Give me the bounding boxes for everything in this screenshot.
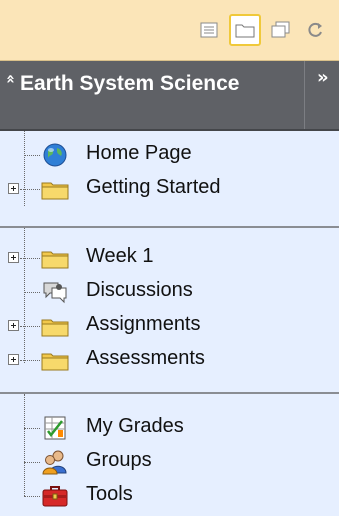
tree-connector [20,360,40,361]
course-menu-panel: « Earth System Science » Home Page Getti… [0,0,339,516]
groups-icon [42,450,67,475]
new-window-icon [271,21,290,38]
list-view-button[interactable] [193,14,225,46]
header-divider [304,61,305,129]
refresh-icon [308,22,322,37]
menu-item-groups[interactable]: Groups [0,445,339,479]
tools-icon [42,486,68,507]
tree-connector [24,155,40,156]
course-header: « Earth System Science » [0,61,339,131]
tree-connector [20,189,40,190]
folder-icon [41,182,69,200]
new-window-button[interactable] [265,14,297,46]
menu-item-discussions[interactable]: Discussions [0,275,339,309]
menu-section-1: Home Page Getting Started [0,131,339,237]
refresh-button[interactable] [300,14,332,46]
menu-item-label: Discussions [86,279,193,301]
tree-connector [24,462,40,463]
menu-item-assignments[interactable]: Assignments [0,309,339,343]
menu-section-3: My Grades Groups Tools [0,394,339,516]
expand-menu-icon[interactable]: » [317,67,329,88]
menu-item-home-page[interactable]: Home Page [0,138,339,172]
menu-item-label: Assessments [86,347,205,369]
tree-connector [20,258,40,259]
menu-section-2: Week 1 Discussions Assignments Assessmen… [0,228,339,388]
expand-toggle-icon[interactable] [8,354,19,365]
collapse-all-icon[interactable]: « [2,74,20,84]
menu-item-my-grades[interactable]: My Grades [0,411,339,445]
discussions-icon [43,282,67,304]
course-menu-toolbar [0,0,339,61]
grades-icon [44,416,66,440]
menu-item-label: Tools [86,483,133,505]
menu-item-tools[interactable]: Tools [0,479,339,513]
expand-toggle-icon[interactable] [8,183,19,194]
tree-connector [24,428,40,429]
menu-item-assessments[interactable]: Assessments [0,343,339,377]
folder-view-icon [235,24,255,38]
menu-item-label: My Grades [86,415,184,437]
menu-item-label: Week 1 [86,245,154,267]
menu-item-week-1[interactable]: Week 1 [0,241,339,275]
menu-item-label: Getting Started [86,176,221,198]
folder-view-button[interactable] [229,14,261,46]
list-view-icon [200,22,218,38]
folder-icon [41,319,69,337]
menu-item-label: Home Page [86,142,192,164]
tree-connector [20,326,40,327]
course-title[interactable]: Earth System Science [20,69,290,98]
expand-toggle-icon[interactable] [8,252,19,263]
tree-connector [24,292,40,293]
folder-icon [41,251,69,269]
tree-connector [24,496,40,497]
menu-item-getting-started[interactable]: Getting Started [0,172,339,206]
folder-icon [41,353,69,371]
globe-icon [43,143,67,167]
expand-toggle-icon[interactable] [8,320,19,331]
menu-item-label: Groups [86,449,152,471]
menu-item-label: Assignments [86,313,201,335]
